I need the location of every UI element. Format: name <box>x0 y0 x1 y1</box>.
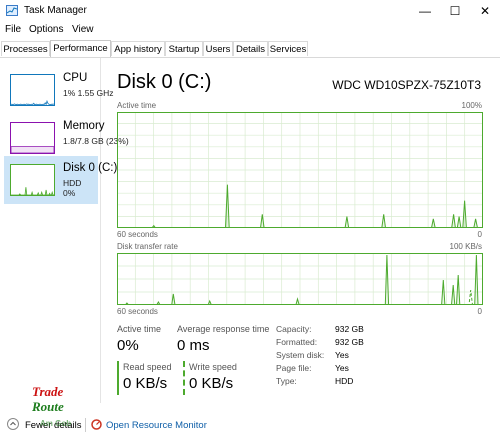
tab-performance[interactable]: Performance <box>50 40 111 57</box>
transfer-rate-max: 100 KB/s <box>449 242 482 251</box>
disk-detail-panel: Disk 0 (C:) WDC WD10SPZX-75Z10T3 Active … <box>110 58 490 403</box>
tab-processes[interactable]: Processes <box>1 41 50 56</box>
active-time-axis-left: 60 seconds <box>117 230 158 239</box>
transfer-rate-label: Disk transfer rate <box>117 242 178 251</box>
stat-write-value: 0 KB/s <box>189 375 234 392</box>
window-title: Task Manager <box>24 5 87 16</box>
info-page-file-label: Page file: <box>276 363 312 373</box>
menu-bar: File Options View <box>0 22 500 38</box>
info-capacity-label: Capacity: <box>276 324 312 334</box>
sidebar-item-disk[interactable]: Disk 0 (C:) HDD 0% <box>4 156 117 204</box>
info-system-disk-value: Yes <box>335 350 349 360</box>
menu-file[interactable]: File <box>5 24 21 35</box>
info-formatted-label: Formatted: <box>276 337 318 347</box>
minimize-button[interactable]: — <box>410 0 440 22</box>
collapse-chevron-icon[interactable] <box>7 418 19 430</box>
menu-options[interactable]: Options <box>29 24 63 35</box>
active-time-axis-right: 0 <box>477 230 482 239</box>
sidebar-disk-type: HDD <box>63 178 82 188</box>
watermark-line2: Route <box>32 399 64 414</box>
stat-avg-response-value: 0 ms <box>177 337 210 354</box>
close-icon: ✕ <box>479 4 491 18</box>
memory-mini-graph <box>10 122 55 154</box>
stat-write-label: Write speed <box>189 362 237 372</box>
watermark-tagline: Am Gob <box>40 419 72 428</box>
info-page-file-value: Yes <box>335 363 349 373</box>
info-capacity-value: 932 GB <box>335 324 364 334</box>
maximize-icon: ☐ <box>449 4 461 18</box>
tab-app-history[interactable]: App history <box>111 41 165 56</box>
sidebar-disk-usage: 0% <box>63 188 76 198</box>
sidebar-cpu-name: CPU <box>63 72 88 84</box>
sidebar-memory-name: Memory <box>63 120 105 132</box>
tab-details[interactable]: Details <box>233 41 268 56</box>
active-time-label: Active time <box>117 101 157 110</box>
read-speed-marker <box>117 361 119 395</box>
task-manager-icon <box>6 5 18 16</box>
sidebar-item-cpu[interactable]: CPU 1% 1.55 GHz <box>4 66 114 114</box>
tab-strip: Processes Performance App history Startu… <box>0 40 500 58</box>
open-resource-monitor-link[interactable]: Open Resource Monitor <box>106 420 207 431</box>
active-time-graph <box>117 112 483 228</box>
title-bar: Task Manager — ☐ ✕ <box>0 0 500 22</box>
active-time-max: 100% <box>461 101 482 110</box>
disk-title: Disk 0 (C:) <box>117 71 212 93</box>
stat-read-value: 0 KB/s <box>123 375 168 392</box>
stat-active-time-value: 0% <box>117 337 139 354</box>
menu-view[interactable]: View <box>72 24 94 35</box>
transfer-axis-right: 0 <box>477 307 482 316</box>
disk-mini-graph <box>10 164 55 196</box>
watermark-line1: Trade <box>32 384 64 399</box>
info-type-label: Type: <box>276 376 297 386</box>
info-system-disk-label: System disk: <box>276 350 325 360</box>
maximize-button[interactable]: ☐ <box>440 0 470 22</box>
transfer-axis-left: 60 seconds <box>117 307 158 316</box>
sidebar-item-memory[interactable]: Memory 1.8/7.8 GB (23%) <box>4 114 129 162</box>
info-formatted-value: 932 GB <box>335 337 364 347</box>
disk-model: WDC WD10SPZX-75Z10T3 <box>332 78 481 92</box>
close-button[interactable]: ✕ <box>470 0 500 22</box>
tab-users[interactable]: Users <box>203 41 233 56</box>
stat-read-label: Read speed <box>123 362 172 372</box>
stat-avg-response-label: Average response time <box>177 324 270 334</box>
cpu-mini-graph <box>10 74 55 106</box>
sidebar-cpu-usage: 1% 1.55 GHz <box>63 88 114 98</box>
tab-startup[interactable]: Startup <box>165 41 203 56</box>
resource-monitor-icon <box>91 419 102 430</box>
watermark-logo: Trade Route <box>32 384 64 414</box>
info-type-value: HDD <box>335 376 354 386</box>
write-speed-marker <box>183 361 185 395</box>
transfer-rate-graph <box>117 253 483 305</box>
footer-divider <box>85 418 86 432</box>
minimize-icon: — <box>419 4 431 18</box>
stat-active-time-label: Active time <box>117 324 162 334</box>
resource-sidebar: CPU 1% 1.55 GHz Memory 1.8/7.8 GB (23%) … <box>0 58 129 403</box>
footer-bar: Fewer details Trade Route Am Gob Open Re… <box>0 384 500 445</box>
tab-services[interactable]: Services <box>268 41 308 56</box>
